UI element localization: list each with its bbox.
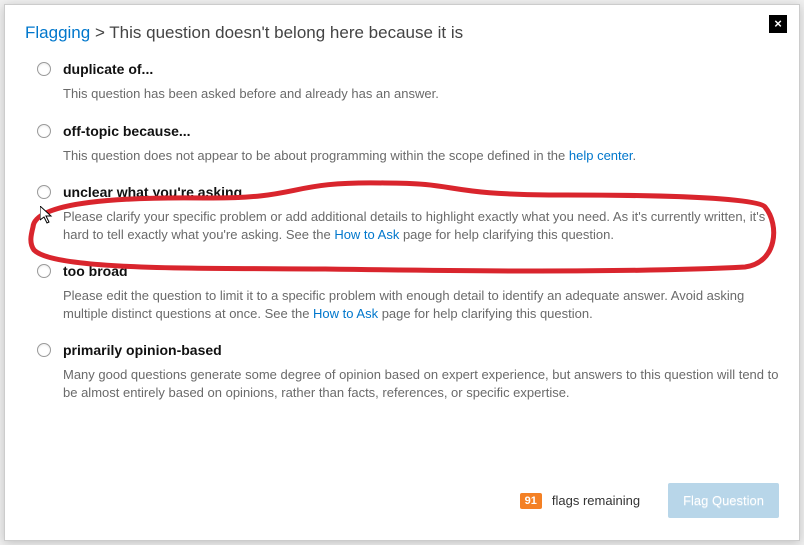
help-link[interactable]: help center [569,148,633,163]
radio-button[interactable] [37,185,51,199]
option-title: unclear what you're asking [63,184,779,200]
flag-option[interactable]: too broad Please edit the question to lim… [37,263,779,322]
breadcrumb-current: This question doesn't belong here becaus… [109,23,463,42]
option-title: too broad [63,263,779,279]
flag-dialog: × Flagging > This question doesn't belon… [4,4,800,541]
dialog-footer: 91 flags remaining Flag Question [520,483,779,518]
flag-option[interactable]: off-topic because... This question does n… [37,123,779,165]
flag-option[interactable]: duplicate of... This question has been as… [37,61,779,103]
close-button[interactable]: × [769,15,787,33]
option-title: off-topic because... [63,123,779,139]
option-description: Many good questions generate some degree… [63,366,779,401]
flags-remaining-label: flags remaining [552,493,640,508]
flag-option[interactable]: unclear what you're asking Please clarify… [37,184,779,243]
breadcrumb: Flagging > This question doesn't belong … [25,23,779,43]
close-icon: × [774,16,782,31]
option-title: duplicate of... [63,61,779,77]
radio-button[interactable] [37,343,51,357]
breadcrumb-sep: > [90,23,109,42]
option-description: Please edit the question to limit it to … [63,287,779,322]
radio-button[interactable] [37,62,51,76]
flags-count-badge: 91 [520,493,542,509]
flag-option[interactable]: primarily opinion-based Many good questio… [37,342,779,401]
option-description: This question does not appear to be abou… [63,147,779,165]
description-text: . [633,148,637,163]
description-text: Many good questions generate some degree… [63,367,778,400]
description-text: page for help clarifying this question. [378,306,593,321]
option-title: primarily opinion-based [63,342,779,358]
help-link[interactable]: How to Ask [334,227,399,242]
breadcrumb-root[interactable]: Flagging [25,23,90,42]
flag-question-button[interactable]: Flag Question [668,483,779,518]
flag-options: duplicate of... This question has been as… [25,61,779,401]
description-text: This question has been asked before and … [63,86,439,101]
radio-button[interactable] [37,264,51,278]
radio-button[interactable] [37,124,51,138]
description-text: page for help clarifying this question. [399,227,614,242]
option-description: This question has been asked before and … [63,85,779,103]
help-link[interactable]: How to Ask [313,306,378,321]
option-description: Please clarify your specific problem or … [63,208,779,243]
description-text: This question does not appear to be abou… [63,148,569,163]
